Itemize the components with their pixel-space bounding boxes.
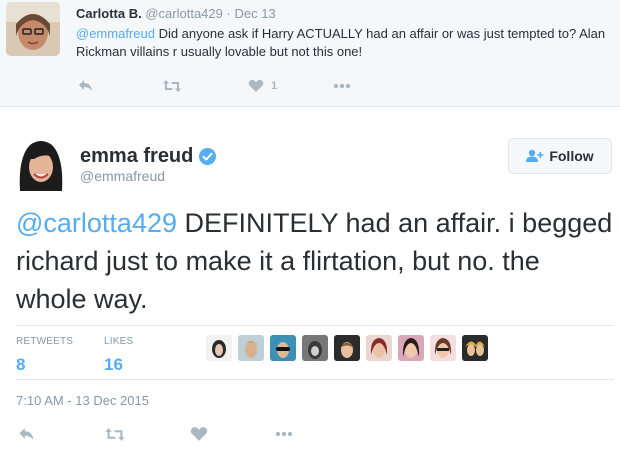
parent-tweet-text: @emmafreud Did anyone ask if Harry ACTUA…: [76, 25, 606, 61]
heart-icon: [190, 427, 208, 441]
retweet-icon: [105, 427, 125, 441]
more-button[interactable]: [274, 424, 294, 444]
parent-reply-button[interactable]: [78, 76, 94, 96]
liker-avatar[interactable]: [270, 335, 296, 361]
parent-more-button[interactable]: [333, 76, 351, 96]
liker-avatar[interactable]: [398, 335, 424, 361]
parent-like-count: 1: [271, 80, 278, 92]
liker-avatar[interactable]: [206, 335, 232, 361]
liker-avatar[interactable]: [334, 335, 360, 361]
liker-avatar[interactable]: [430, 335, 456, 361]
retweets-label: RETWEETS: [16, 336, 74, 347]
more-icon: [275, 431, 293, 437]
reply-icon: [79, 80, 92, 91]
author-avatar[interactable]: [14, 137, 68, 191]
likes-count: 16: [104, 355, 123, 374]
add-user-icon: [526, 149, 544, 162]
liker-avatar[interactable]: [302, 335, 328, 361]
likes-label: LIKES: [104, 336, 134, 347]
retweets-stat[interactable]: RETWEETS 8: [16, 336, 73, 375]
stats-bottom-divider: [16, 379, 614, 380]
follow-button[interactable]: Follow: [508, 138, 612, 174]
parent-header: Carlotta B. @carlotta429 · Dec 13: [76, 6, 276, 21]
parent-separator: ·: [226, 6, 231, 21]
more-icon: [333, 83, 351, 89]
likes-stat[interactable]: LIKES 16: [104, 336, 133, 375]
heart-icon: [248, 79, 264, 92]
retweets-count: 8: [16, 355, 26, 374]
author-handle[interactable]: @emmafreud: [80, 168, 165, 184]
stats-top-divider: [16, 325, 614, 326]
parent-tweet[interactable]: Carlotta B. @carlotta429 · Dec 13 @emmaf…: [0, 0, 620, 107]
parent-like-button[interactable]: 1: [248, 76, 277, 96]
verified-badge-icon: [199, 148, 217, 165]
author-name-row: emma freud: [80, 145, 217, 168]
tweet-text: @carlotta429 DEFINITELY had an affair. i…: [16, 204, 616, 318]
author-name[interactable]: emma freud: [80, 145, 193, 168]
liker-avatars: [206, 335, 488, 361]
parent-author-name[interactable]: Carlotta B.: [76, 6, 142, 21]
liker-avatar[interactable]: [238, 335, 264, 361]
parent-author-handle[interactable]: @carlotta429: [145, 6, 223, 21]
follow-button-label: Follow: [549, 148, 594, 164]
reply-icon: [19, 427, 34, 440]
parent-avatar[interactable]: [6, 2, 60, 56]
parent-retweet-button[interactable]: [162, 76, 182, 96]
retweet-button[interactable]: [104, 424, 126, 444]
liker-avatar[interactable]: [462, 335, 488, 361]
liker-avatar[interactable]: [366, 335, 392, 361]
parent-text-body: Did anyone ask if Harry ACTUALLY had an …: [76, 26, 606, 59]
parent-mention-link[interactable]: @emmafreud: [76, 26, 155, 41]
reply-button[interactable]: [18, 424, 36, 444]
mention-link[interactable]: @carlotta429: [16, 208, 177, 238]
like-button[interactable]: [190, 424, 208, 444]
tweet-timestamp[interactable]: 7:10 AM - 13 Dec 2015: [16, 393, 149, 408]
parent-date[interactable]: Dec 13: [234, 6, 275, 21]
retweet-icon: [163, 80, 181, 92]
